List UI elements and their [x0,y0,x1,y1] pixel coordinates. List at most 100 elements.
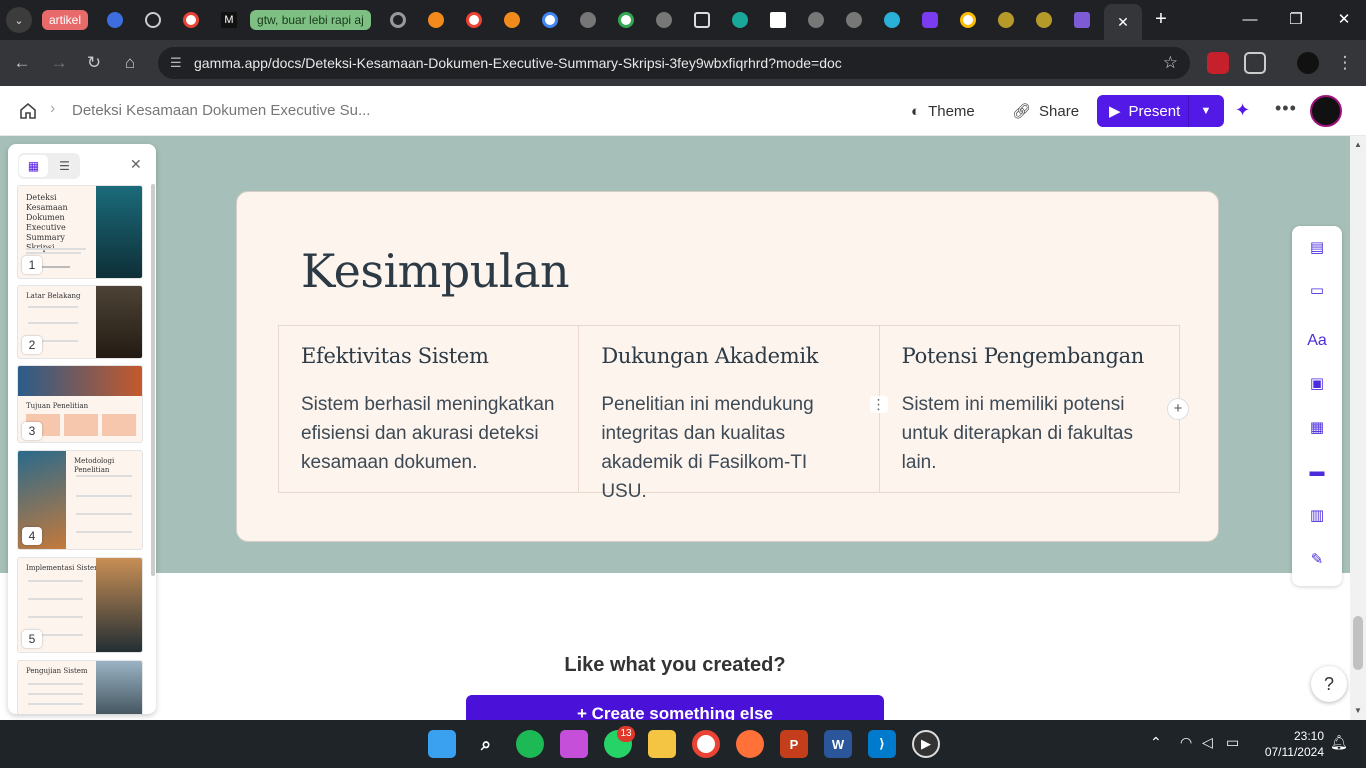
tab-gamma-icon[interactable] [1071,9,1093,31]
omnibox[interactable]: ☰ gamma.app/docs/Deteksi-Kesamaan-Dokume… [158,47,1190,79]
tab-globe-icon[interactable] [805,9,827,31]
thumbnail-card-3[interactable]: Tujuan Penelitian 3 [17,365,143,443]
spotify-icon[interactable] [516,730,544,758]
scroll-thumb[interactable] [1353,616,1363,670]
chart-icon[interactable]: ▥ [1307,506,1327,526]
thumbnail-card-5[interactable]: Implementasi Sistem 5 [17,557,143,653]
text-style-icon[interactable]: Aa [1307,331,1327,351]
browser-menu-icon[interactable]: ⋮ [1332,50,1358,76]
profile-avatar[interactable] [1297,52,1319,74]
wifi-icon[interactable]: ◠ [1180,734,1192,751]
thumbnail-card-6[interactable]: Pengujian Sistem [17,660,143,714]
add-column-button[interactable]: + [1167,398,1189,420]
site-info-icon[interactable]: ☰ [170,55,188,71]
column-heading[interactable]: Dukungan Akademik [601,344,856,368]
extension-icon[interactable] [1207,52,1229,74]
tab-medium-icon[interactable]: M [218,9,240,31]
tab-usu-icon[interactable] [995,9,1017,31]
powerpoint-icon[interactable]: P [780,730,808,758]
view-toggle[interactable]: ▦ ☰ [18,153,80,179]
present-dropdown-icon[interactable]: ▼ [1189,105,1223,117]
bookmark-star-icon[interactable]: ☆ [1163,53,1178,73]
slide-card[interactable]: Kesimpulan Efektivitas Sistem Sistem ber… [236,191,1219,542]
column-efektivitas[interactable]: Efektivitas Sistem Sistem berhasil menin… [279,326,580,492]
image-icon[interactable]: ▣ [1307,374,1327,394]
add-card-icon[interactable]: ▤ [1307,238,1327,258]
volume-icon[interactable]: ◁ [1202,734,1213,751]
home-icon[interactable] [18,101,38,121]
thumbnail-card-4[interactable]: Metodologi Penelitian 4 [17,450,143,550]
minimize-icon[interactable]: — [1238,8,1262,32]
show-hidden-icons-icon[interactable]: ⌃ [1150,734,1162,751]
tab-group-artikel[interactable]: artikel [42,10,89,30]
video-icon[interactable]: ▦ [1307,418,1327,438]
battery-icon[interactable]: ▭ [1226,734,1239,751]
breadcrumb[interactable]: Deteksi Kesamaan Dokumen Executive Su... [72,102,370,119]
present-button[interactable]: ▶ Present ▼ [1097,95,1224,127]
thumbnail-view-icon[interactable]: ▦ [19,155,48,177]
tab-google-icon[interactable] [539,9,561,31]
firefox-icon[interactable] [736,730,764,758]
panel-scrollbar[interactable] [151,184,155,576]
tab-chrome-icon[interactable] [387,9,409,31]
copilot-icon[interactable] [560,730,588,758]
tab-globe-icon[interactable] [577,9,599,31]
home-icon[interactable]: ⌂ [117,50,143,76]
slide-title[interactable]: Kesimpulan [301,244,570,298]
tab-usu-icon[interactable] [1033,9,1055,31]
thumbnail-card-2[interactable]: Latar Belakang 2 [17,285,143,359]
tab-favicon-icon[interactable] [104,9,126,31]
start-windows-icon[interactable] [428,730,456,758]
url-text[interactable]: gamma.app/docs/Deteksi-Kesamaan-Dokumen-… [194,55,842,71]
embed-icon[interactable]: ▬ [1307,462,1327,482]
tab-r-icon[interactable] [767,9,789,31]
column-potensi[interactable]: ⋮ Potensi Pengembangan Sistem ini memili… [869,326,1179,492]
column-heading[interactable]: Efektivitas Sistem [301,344,556,368]
back-icon[interactable]: ← [9,50,35,76]
file-explorer-icon[interactable] [648,730,676,758]
search-icon[interactable]: ⌕ [472,730,500,758]
tab-google-icon[interactable] [615,9,637,31]
present-main[interactable]: ▶ Present [1097,95,1189,127]
drag-handle-icon[interactable]: ⋮ [869,396,888,413]
columns-block[interactable]: Efektivitas Sistem Sistem berhasil menin… [278,325,1180,502]
tab-canva-icon[interactable] [881,9,903,31]
clock[interactable]: 23:10 07/11/2024 [1258,728,1324,760]
extensions-puzzle-icon[interactable] [1244,52,1266,74]
forward-icon[interactable]: → [46,50,72,76]
thumbnail-card-1[interactable]: Deteksi Kesamaan Dokumen Executive Summa… [17,185,143,279]
chrome-icon[interactable] [692,730,720,758]
column-dukungan[interactable]: Dukungan Akademik Penelitian ini menduku… [579,326,880,502]
tab-teal-icon[interactable] [729,9,751,31]
help-button[interactable]: ? [1311,666,1347,702]
tab-orange-icon[interactable] [425,9,447,31]
media-player-icon[interactable]: ▶ [912,730,940,758]
tab-grid-icon[interactable] [691,9,713,31]
close-panel-icon[interactable]: ✕ [130,156,142,173]
tab-google-icon[interactable] [463,9,485,31]
tab-google-icon[interactable] [957,9,979,31]
share-button[interactable]: 🔗︎ Share [1012,96,1079,126]
close-window-icon[interactable]: ✕ [1332,8,1356,32]
page-scrollbar[interactable]: ▲ ▼ [1350,136,1366,720]
ai-sparkle-icon[interactable]: ✦ [1235,100,1250,121]
tab-globe-icon[interactable] [653,9,675,31]
active-tab-close-button[interactable]: ✕ [1104,4,1142,40]
user-avatar[interactable] [1310,95,1342,127]
column-body[interactable]: Sistem ini memiliki potensi untuk ditera… [902,390,1157,477]
tab-openai-icon[interactable] [142,9,164,31]
list-view-icon[interactable]: ☰ [50,155,79,177]
scroll-up-icon[interactable]: ▲ [1354,140,1362,149]
column-body[interactable]: Sistem berhasil meningkatkan efisiensi d… [301,390,556,477]
scroll-down-icon[interactable]: ▼ [1354,706,1362,715]
vscode-icon[interactable]: ⟩ [868,730,896,758]
layout-icon[interactable]: ▭ [1307,281,1327,301]
word-icon[interactable]: W [824,730,852,758]
column-body[interactable]: Penelitian ini mendukung integritas dan … [601,390,856,506]
tab-orange-icon[interactable] [501,9,523,31]
tab-search-chevron-icon[interactable]: ⌄ [6,7,32,33]
more-options-icon[interactable]: ••• [1275,98,1297,119]
tab-purple-icon[interactable] [919,9,941,31]
edit-form-icon[interactable]: ✎ [1307,550,1327,570]
tab-group-gtw[interactable]: gtw, buar lebi rapi aj [250,10,371,30]
